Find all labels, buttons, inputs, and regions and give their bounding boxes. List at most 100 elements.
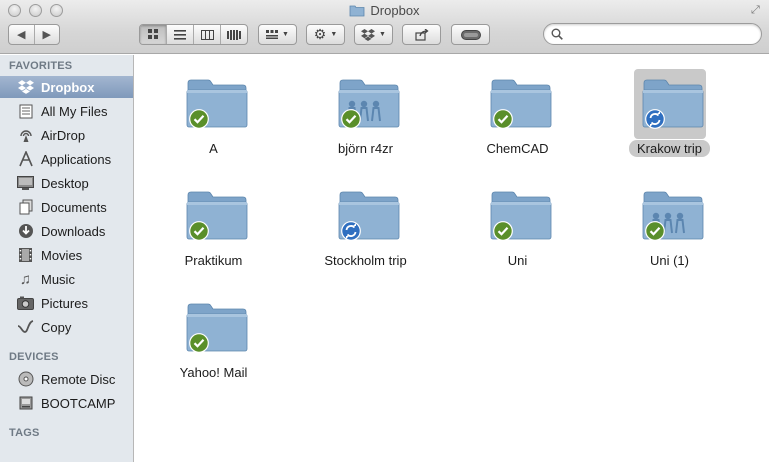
downloads-icon	[16, 223, 35, 239]
folder-label-row: Yahoo! Mail	[125, 365, 302, 380]
sidebar-item-copy[interactable]: Copy	[0, 316, 133, 338]
folder-label-row: ChemCAD	[429, 141, 606, 156]
folder-label-row: Uni	[429, 253, 606, 268]
folder-label: A	[209, 141, 218, 156]
list-view-icon[interactable]	[166, 25, 193, 44]
favorites-header: FAVORITES	[9, 60, 73, 72]
sidebar-item-pictures[interactable]: Pictures	[0, 292, 133, 314]
folder-item[interactable]: ChemCAD	[439, 63, 589, 163]
synced-check-icon	[189, 109, 209, 129]
arrange-icon	[266, 30, 279, 39]
folder-icon-wrap	[178, 293, 250, 363]
column-view-icon[interactable]	[193, 25, 220, 44]
search-input[interactable]	[566, 26, 756, 42]
folder-label: Praktikum	[184, 253, 243, 268]
sidebar-item-airdrop[interactable]: AirDrop	[0, 124, 133, 146]
folder-label: Uni	[507, 253, 528, 268]
synced-check-icon	[493, 221, 513, 241]
folder-icon-wrap	[178, 69, 250, 139]
share-button[interactable]	[402, 24, 441, 45]
sidebar: FAVORITES Dropbox All My Files AirDrop A…	[0, 55, 134, 462]
folder-item[interactable]: björn r4zr	[287, 63, 437, 163]
folder-label-row: A	[125, 141, 302, 156]
sidebar-item-label: Pictures	[41, 295, 88, 311]
window-title: Dropbox	[370, 3, 420, 18]
fullscreen-icon[interactable]: ⤢	[751, 4, 763, 16]
sidebar-item-label: BOOTCAMP	[41, 395, 116, 411]
documents-icon	[16, 199, 35, 215]
sidebar-item-documents[interactable]: Documents	[0, 196, 133, 218]
synced-check-icon	[341, 109, 361, 129]
sidebar-item-desktop[interactable]: Desktop	[0, 172, 133, 194]
airdrop-icon	[16, 127, 35, 143]
music-icon: ♫	[19, 270, 32, 288]
search-field[interactable]	[543, 23, 762, 45]
sidebar-item-remote-disc[interactable]: Remote Disc	[0, 368, 133, 390]
pictures-icon	[16, 295, 35, 311]
sidebar-item-label: Applications	[41, 151, 112, 167]
folder-item[interactable]: A	[135, 63, 285, 163]
window-title-area: Dropbox	[0, 3, 769, 18]
icon-view-icon[interactable]	[140, 25, 166, 44]
copy-icon	[16, 319, 35, 335]
arrange-button[interactable]: ▼	[258, 24, 297, 45]
gear-icon: ⚙	[313, 26, 327, 42]
coverflow-view-icon[interactable]	[220, 25, 247, 44]
sidebar-item-label: Downloads	[41, 223, 106, 239]
folder-icon	[350, 5, 365, 17]
forward-arrow-icon[interactable]: ▶	[33, 25, 60, 44]
folder-icon-wrap	[330, 181, 402, 251]
sidebar-item-label: AirDrop	[41, 127, 86, 143]
applications-icon	[16, 151, 35, 167]
file-grid: A björn r4zr ChemCAD Krakow trip Praktik…	[135, 55, 769, 462]
syncing-arrows-icon	[645, 109, 665, 129]
folder-item[interactable]: Krakow trip	[591, 63, 741, 163]
sidebar-item-applications[interactable]: Applications	[0, 148, 133, 170]
action-button[interactable]: ⚙ ▼	[306, 24, 345, 45]
share-icon	[414, 28, 429, 41]
folder-label: Krakow trip	[628, 140, 711, 157]
folder-label-row: Praktikum	[125, 253, 302, 268]
movies-icon	[16, 247, 35, 263]
syncing-arrows-icon	[341, 221, 361, 241]
folder-label: björn r4zr	[338, 141, 393, 156]
sidebar-item-all-my-files[interactable]: All My Files	[0, 100, 133, 122]
folder-item[interactable]: Uni	[439, 175, 589, 275]
folder-label-row: Uni (1)	[581, 253, 758, 268]
sidebar-item-downloads[interactable]: Downloads	[0, 220, 133, 242]
sidebar-item-movies[interactable]: Movies	[0, 244, 133, 266]
label-toggle-icon	[460, 29, 481, 40]
folder-icon-wrap	[482, 69, 554, 139]
folder-item[interactable]: Stockholm trip	[287, 175, 437, 275]
back-arrow-icon[interactable]: ◀	[9, 25, 34, 44]
search-icon	[551, 28, 563, 40]
sidebar-item-label: Desktop	[41, 175, 89, 191]
synced-check-icon	[645, 221, 665, 241]
dropbox-menu-button[interactable]: ▼	[354, 24, 393, 45]
sidebar-item-label: Copy	[41, 319, 72, 335]
all-files-icon	[16, 103, 35, 119]
folder-icon-wrap	[178, 181, 250, 251]
folder-icon-wrap	[634, 181, 706, 251]
window-titlebar: Dropbox ⤢ ◀ ▶ ▼ ⚙ ▼ ▼	[0, 0, 769, 54]
folder-label-row: Krakow trip	[581, 140, 758, 157]
sidebar-item-bootcamp[interactable]: BOOTCAMP	[0, 392, 133, 414]
sidebar-item-label: Movies	[41, 247, 83, 263]
sidebar-item-music[interactable]: ♫ Music	[0, 268, 133, 290]
devices-header: DEVICES	[9, 351, 59, 363]
synced-check-icon	[189, 221, 209, 241]
label-button[interactable]	[451, 24, 490, 45]
folder-item[interactable]: Praktikum	[135, 175, 285, 275]
sidebar-item-label: Dropbox	[41, 79, 95, 95]
folder-item[interactable]: Yahoo! Mail	[135, 287, 285, 387]
folder-label: Uni (1)	[649, 253, 689, 268]
folder-label: Stockholm trip	[324, 253, 407, 268]
sidebar-item-dropbox[interactable]: Dropbox	[0, 76, 133, 98]
disc-icon	[16, 371, 35, 387]
synced-check-icon	[189, 333, 209, 353]
folder-item[interactable]: Uni (1)	[591, 175, 741, 275]
dropbox-icon	[361, 28, 376, 41]
folder-icon-wrap	[634, 69, 706, 139]
sidebar-item-label: All My Files	[41, 103, 108, 119]
view-mode-control	[139, 24, 248, 45]
